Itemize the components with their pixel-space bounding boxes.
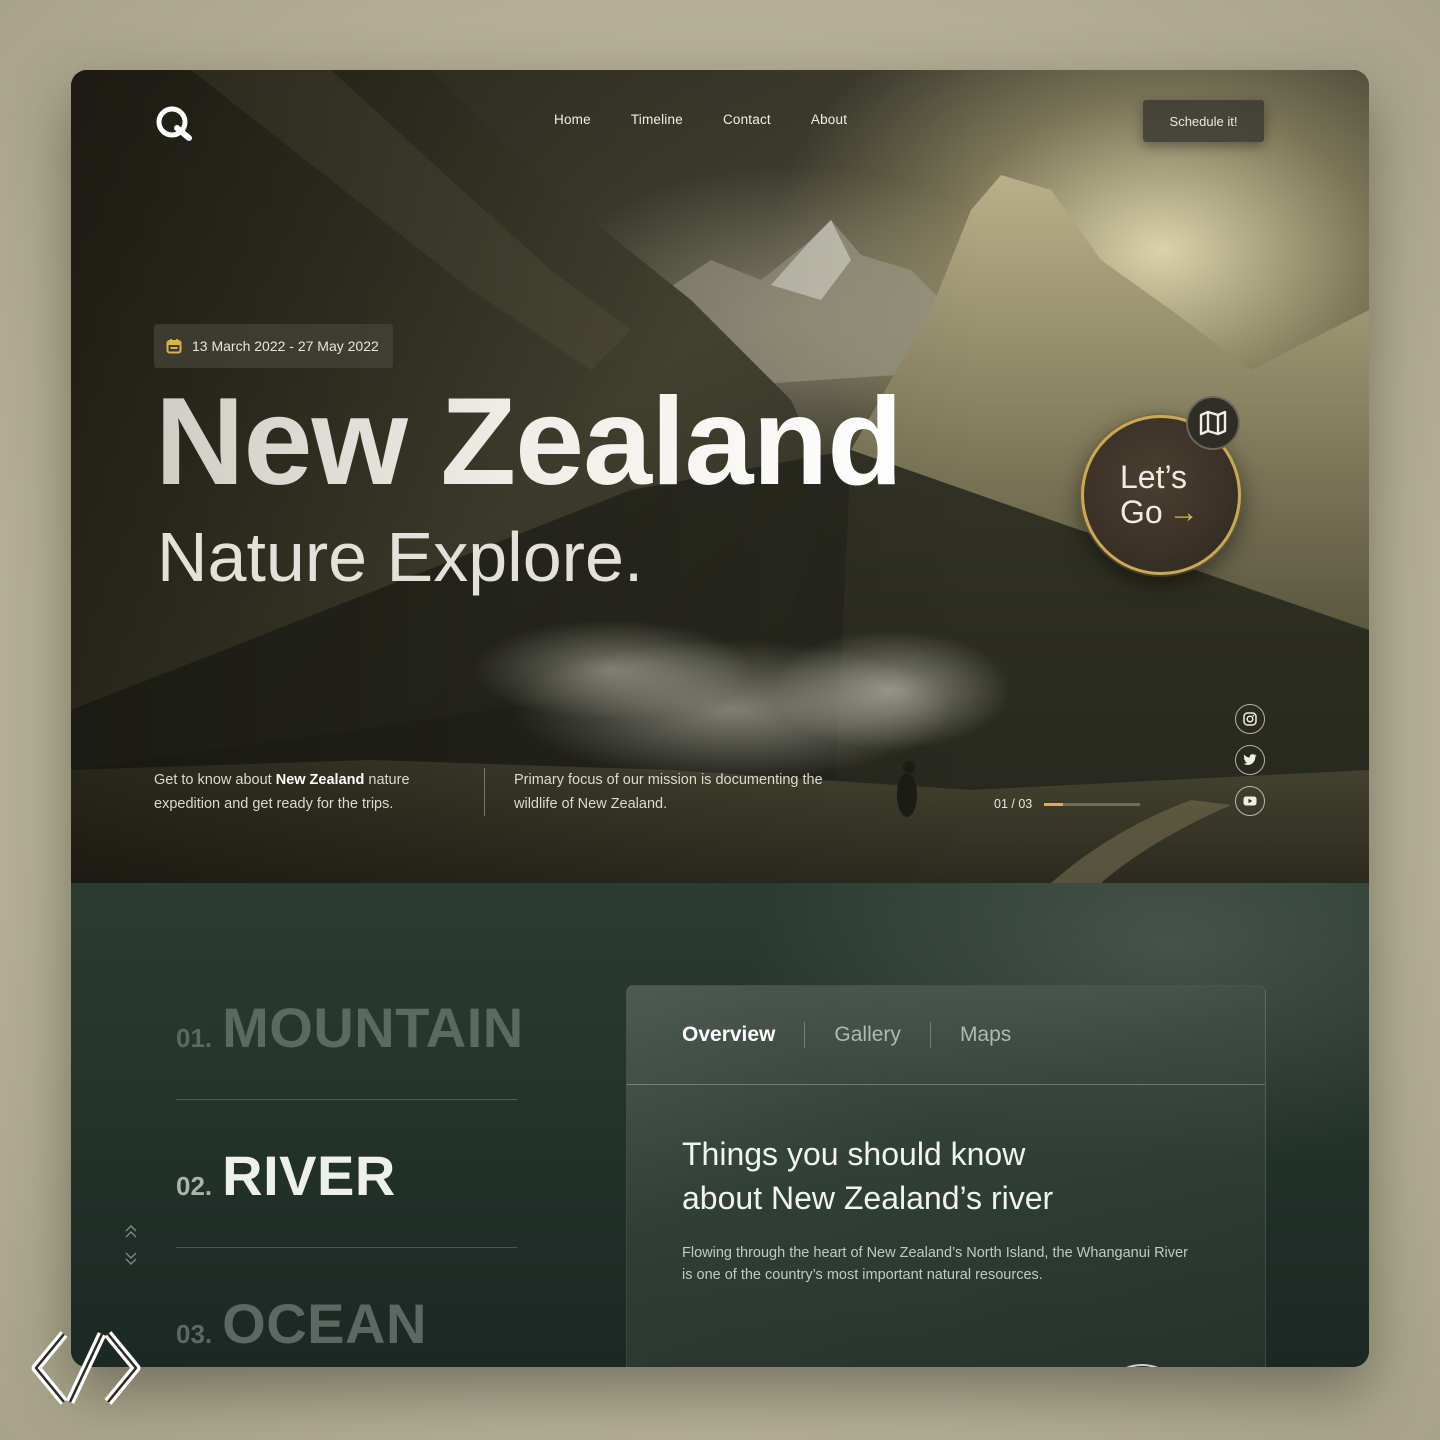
intro-right-text: Primary focus of our mission is document… <box>514 772 823 812</box>
category-river[interactable]: 02. RIVER <box>176 1143 396 1208</box>
tab-overview[interactable]: Overview <box>682 1023 775 1047</box>
category-mountain[interactable]: 01. MOUNTAIN <box>176 995 524 1060</box>
tab-separator <box>804 1022 806 1048</box>
card-tabs: Overview Gallery Maps <box>627 986 1265 1085</box>
twitter-button[interactable] <box>1235 745 1265 775</box>
intro-divider <box>484 768 485 816</box>
tab-maps[interactable]: Maps <box>960 1023 1011 1047</box>
instagram-button[interactable] <box>1235 704 1265 734</box>
category-number: 02. <box>176 1171 213 1201</box>
scroll-arrows-icon[interactable] <box>123 1223 139 1267</box>
calendar-icon <box>166 339 182 354</box>
tab-gallery[interactable]: Gallery <box>834 1023 901 1047</box>
intro-left-bold: New Zealand <box>275 772 365 788</box>
intro-left-text: Get to know about New Zealand nature exp… <box>154 768 454 816</box>
pager-track[interactable] <box>1044 802 1141 806</box>
schedule-button[interactable]: Schedule it! <box>1143 100 1264 142</box>
main-nav: Home Timeline Contact About <box>554 112 847 127</box>
hero-section: Home Timeline Contact About Schedule it!… <box>71 70 1369 883</box>
info-card: Overview Gallery Maps Things you should … <box>626 985 1266 1367</box>
nav-about[interactable]: About <box>811 112 847 127</box>
category-name: OCEAN <box>222 1292 427 1355</box>
card-action-button[interactable] <box>1097 1364 1187 1367</box>
category-ocean[interactable]: 03. OCEAN <box>176 1291 427 1356</box>
hero-title: New Zealand <box>155 373 903 511</box>
explore-section: 01. MOUNTAIN 02. RIVER 03. OCEAN Overvie… <box>71 883 1369 1367</box>
nav-timeline[interactable]: Timeline <box>631 112 683 127</box>
logo-icon[interactable] <box>153 104 195 146</box>
card-heading-line2: about New Zealand’s river <box>682 1180 1054 1216</box>
slide-pager: 01 / 03 <box>994 797 1141 811</box>
category-number: 01. <box>176 1023 213 1053</box>
lets-go-line1: Let’s <box>1120 458 1188 495</box>
youtube-button[interactable] <box>1235 786 1265 816</box>
pager-progress <box>1044 802 1064 806</box>
category-number: 03. <box>176 1319 213 1349</box>
card-body: Flowing through the heart of New Zealand… <box>682 1245 1188 1283</box>
map-icon <box>1199 410 1227 436</box>
tab-separator <box>929 1022 931 1048</box>
category-name: MOUNTAIN <box>222 996 524 1059</box>
app-frame: Home Timeline Contact About Schedule it!… <box>71 70 1369 1367</box>
instagram-icon <box>1243 712 1257 726</box>
category-name: RIVER <box>222 1144 396 1207</box>
date-range-badge: 13 March 2022 - 27 May 2022 <box>154 324 393 368</box>
category-divider <box>176 1099 517 1100</box>
card-heading: Things you should know about New Zealand… <box>682 1132 1202 1220</box>
date-range-text: 13 March 2022 - 27 May 2022 <box>192 338 379 354</box>
arrow-right-icon: → <box>1168 496 1199 530</box>
lets-go-line2: Go <box>1120 494 1163 530</box>
youtube-icon <box>1243 796 1257 806</box>
brand-watermark-icon <box>31 1331 141 1405</box>
hero-subtitle: Nature Explore. <box>157 518 644 596</box>
map-button[interactable] <box>1186 396 1240 450</box>
pager-counter: 01 / 03 <box>994 797 1033 811</box>
nav-contact[interactable]: Contact <box>723 112 771 127</box>
lets-go-row: Go → <box>1120 494 1238 530</box>
card-heading-line1: Things you should know <box>682 1136 1026 1172</box>
nav-home[interactable]: Home <box>554 112 591 127</box>
intro-left-pre: Get to know about <box>154 772 276 788</box>
twitter-icon <box>1243 754 1257 766</box>
category-divider <box>176 1247 517 1248</box>
